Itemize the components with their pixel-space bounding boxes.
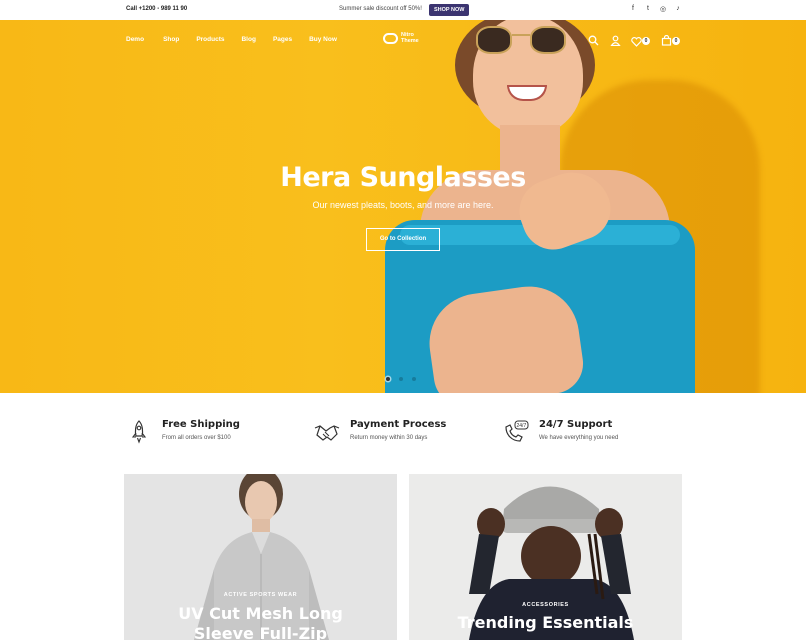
nav-item-blog[interactable]: Blog [241,36,255,43]
nav-item-pages[interactable]: Pages [273,36,292,43]
feature-title: Free Shipping [162,419,240,430]
slider-dot-1[interactable] [386,377,390,381]
account-icon[interactable] [610,33,621,47]
go-to-collection-button[interactable]: Go to Collection [366,228,440,251]
card-category-label: ACCESSORIES [522,602,569,608]
feature-title: Payment Process [350,419,447,430]
card-title-line-1[interactable]: Trending Essentials [409,613,682,632]
features-strip: Free Shipping From all orders over $100 … [0,393,806,473]
search-icon[interactable] [588,33,599,46]
wishlist-heart-icon[interactable] [631,34,642,47]
nav-item-shop[interactable]: Shop [163,36,179,43]
phone-number[interactable]: Call +1200 - 989 11 90 [126,6,187,12]
hero-subtitle: Our newest pleats, boots, and more are h… [312,200,494,210]
shop-now-button[interactable]: SHOP NOW [429,4,470,16]
svg-text:24/7: 24/7 [517,423,527,429]
handshake-icon [314,419,340,445]
support-phone-icon: 24/7 [503,419,529,445]
feature-desc: From all orders over $100 [162,435,231,441]
feature-desc: Return money within 30 days [350,435,428,441]
site-logo[interactable]: Nitro Theme [383,32,419,44]
nav-item-products[interactable]: Products [196,36,224,43]
feature-title: 24/7 Support [539,419,613,430]
card-title-line-2[interactable]: Sleeve Full-Zip [124,624,397,640]
hero-banner: Demo Shop Products Blog Pages Buy Now Ni… [0,20,806,393]
instagram-icon[interactable]: ◎ [659,5,667,13]
twitter-icon[interactable]: t [644,5,652,13]
promo-card-sports-wear[interactable]: ACTIVE SPORTS WEAR UV Cut Mesh Long Slee… [124,474,397,640]
cart-bag-icon[interactable] [661,33,672,46]
card-category-label: ACTIVE SPORTS WEAR [223,592,298,598]
hero-title: Hera Sunglasses [280,162,526,193]
feature-free-shipping: Free Shipping From all orders over $100 [126,419,240,445]
cart-count-badge: 0 [672,37,680,45]
logo-mark-icon [383,32,398,44]
social-links: f t ◎ ♪ [629,5,682,13]
sunglasses-image [476,26,576,54]
card-title-line-1[interactable]: UV Cut Mesh Long [124,604,397,623]
rocket-icon [126,419,152,445]
logo-line-2: Theme [401,38,419,44]
feature-support: 24/7 24/7 Support We have everything you… [503,419,618,445]
main-nav: Demo Shop Products Blog Pages Buy Now [126,36,337,43]
slider-dot-2[interactable] [399,377,403,381]
feature-desc: We have everything you need [539,435,619,441]
slider-dots [386,377,416,381]
nav-item-demo[interactable]: Demo [126,36,144,43]
slider-dot-3[interactable] [412,377,416,381]
top-bar: Call +1200 - 989 11 90 Summer sale disco… [0,0,806,20]
facebook-icon[interactable]: f [629,5,637,13]
promo-card-accessories[interactable]: ACCESSORIES Trending Essentials [409,474,682,640]
tiktok-icon[interactable]: ♪ [674,5,682,13]
nav-item-buy-now[interactable]: Buy Now [309,36,337,43]
feature-payment-process: Payment Process Return money within 30 d… [314,419,446,445]
promo-text: Summer sale discount off 50%! [339,6,422,12]
wishlist-count-badge: 0 [642,37,650,45]
